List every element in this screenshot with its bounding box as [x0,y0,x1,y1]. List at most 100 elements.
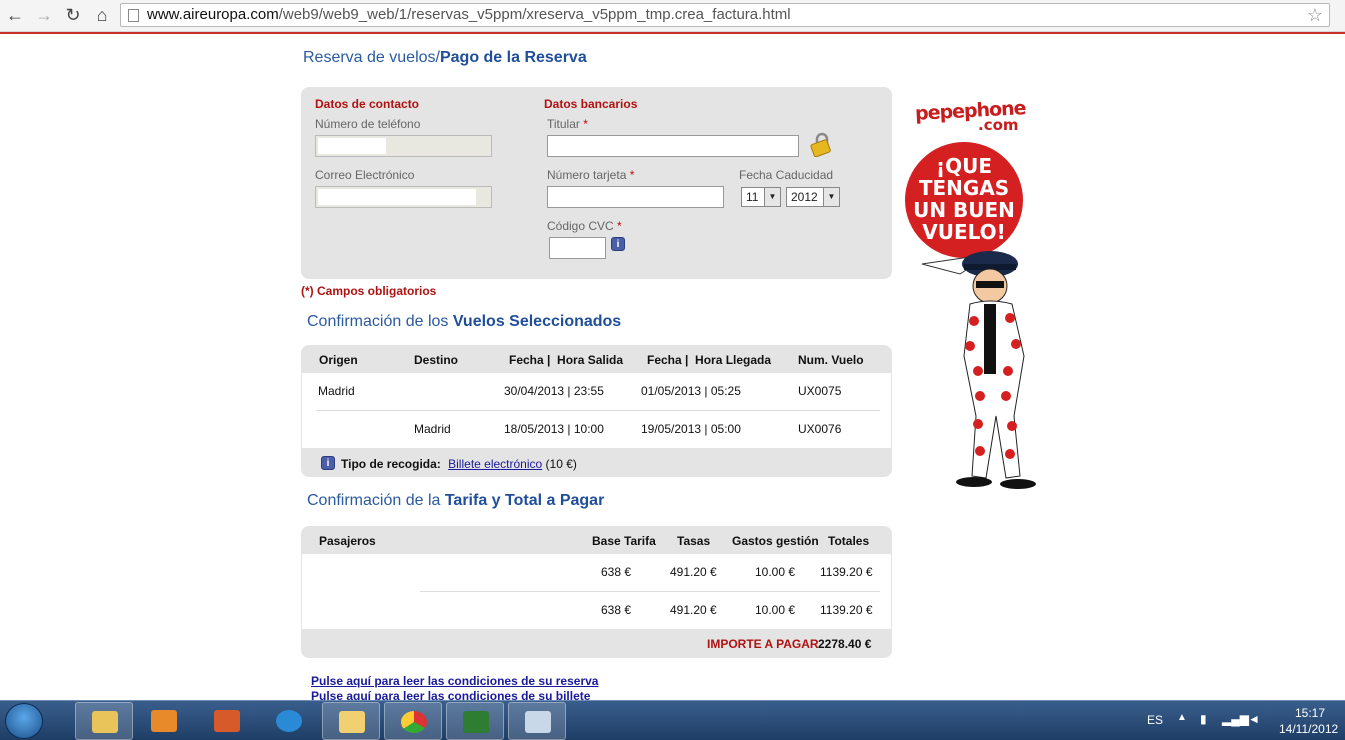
page-content: Reserva de vuelos/Pago de la Reserva Dat… [0,34,1345,700]
taskbar-chrome[interactable] [384,702,442,740]
pickup-info-icon[interactable]: i [321,456,335,470]
paint-icon [525,711,551,733]
fare-taxes: 491.20 € [670,565,717,579]
taskbar-paint-app[interactable] [198,702,256,740]
cvc-info-icon[interactable]: i [611,237,625,251]
flight-departure: 18/05/2013 | 10:00 [504,422,604,436]
clock-date[interactable]: 14/11/2012 [1279,722,1338,736]
flight-arrival: 19/05/2013 | 05:00 [641,422,741,436]
fare-taxes: 491.20 € [670,603,717,617]
expiry-year-value: 2012 [791,190,818,204]
bank-section-title: Datos bancarios [544,97,638,111]
ad-slogan: ¡QUE TENGAS UN BUEN VUELO! [905,142,1023,258]
home-icon[interactable]: ⌂ [91,4,113,26]
device-icon[interactable]: ▮ [1200,712,1207,726]
taskbar-paint[interactable] [508,702,566,740]
taskbar-excel[interactable] [446,702,504,740]
amount-due-label: IMPORTE A PAGAR [707,637,819,651]
internet-explorer-icon [276,710,302,732]
flights-heading: Confirmación de los Vuelos Seleccionados [307,313,622,330]
email-field[interactable] [315,186,492,208]
cvc-input[interactable] [549,237,606,259]
ticket-conditions-link[interactable]: Pulse aquí para leer las condiciones de … [311,689,590,700]
mandatory-fields-note: (*) Campos obligatorios [301,284,437,298]
start-button[interactable] [5,703,43,739]
app-icon [214,710,240,732]
chevron-down-icon: ▼ [823,188,839,206]
fare-heading: Confirmación de la Tarifa y Total a Paga… [307,492,605,509]
url-domain: www.aireuropa.com [147,6,279,23]
col-fees: Gastos gestión [732,534,819,548]
col-departure: Fecha | Hora Salida [509,353,624,367]
col-destination: Destino [414,353,459,367]
fare-base: 638 € [601,603,632,617]
cvc-label: Código CVC * [547,219,622,233]
fare-fees: 10.00 € [755,603,796,617]
pepephone-ad-banner[interactable]: pepephone .com ¡QUE TENGAS UN BUEN VUELO… [900,96,1045,496]
row-divider [316,410,880,411]
col-arrival: Fecha | Hora Llegada [647,353,772,367]
holder-label: Titular * [547,117,588,131]
windows-taskbar: ES ▲ ▮ ▂▄▆ ◄ 15:17 14/11/2012 [0,700,1345,740]
excel-icon [463,711,489,733]
phone-label: Número de teléfono [315,117,421,131]
col-passengers: Pasajeros [319,534,376,548]
padlock-icon [810,132,831,157]
contact-section-title: Datos de contacto [315,97,420,111]
page-icon [128,9,139,22]
flight-destination: Madrid [414,422,451,436]
folder-icon [92,711,118,733]
breadcrumb: Reserva de vuelos/Pago de la Reserva [303,49,587,67]
breadcrumb-current: Pago de la Reserva [439,49,587,66]
pickup-price: (10 €) [545,457,577,471]
flight-departure: 30/04/2013 | 23:55 [504,384,604,398]
breadcrumb-section: Reserva de vuelos/ [303,49,440,66]
chevron-down-icon: ▼ [764,188,780,206]
network-icon[interactable]: ▂▄▆ [1222,712,1249,726]
media-player-icon [151,710,177,732]
taskbar-internet-explorer[interactable] [260,702,318,740]
fare-total: 1139.20 € [820,603,873,617]
back-arrow-icon[interactable]: ← [4,4,26,26]
address-bar[interactable]: www.aireuropa.com/web9/web9_web/1/reserv… [120,3,1330,27]
col-totals: Totales [828,534,870,548]
col-origin: Origen [319,353,358,367]
clock-time[interactable]: 15:17 [1295,706,1325,720]
volume-muted-icon[interactable]: ◄ [1248,712,1260,726]
fare-fees: 10.00 € [755,565,796,579]
card-number-input[interactable] [547,186,724,208]
flight-origin: Madrid [318,384,355,398]
expiry-month-value: 11 [746,190,759,204]
booking-conditions-link[interactable]: Pulse aquí para leer las condiciones de … [311,674,598,688]
pilot-illustration [921,251,1036,489]
phone-field[interactable] [315,135,492,157]
pickup-type: Tipo de recogida: Billete electrónico (1… [341,457,577,471]
email-label: Correo Electrónico [315,168,415,182]
language-indicator[interactable]: ES [1147,713,1163,727]
mail-icon [339,711,365,733]
expiry-month-select[interactable]: 11 ▼ [741,187,781,207]
flight-number: UX0075 [798,384,842,398]
browser-toolbar: ← → ↻ ⌂ www.aireuropa.com/web9/web9_web/… [0,0,1345,32]
chrome-icon [401,711,427,733]
pickup-label: Tipo de recogida: [341,457,441,471]
taskbar-mail[interactable] [322,702,380,740]
bookmark-star-icon[interactable]: ☆ [1307,4,1323,26]
fare-base: 638 € [601,565,632,579]
col-flight-number: Num. Vuelo [798,353,864,367]
fare-total: 1139.20 € [820,565,873,579]
show-hidden-icons-icon[interactable]: ▲ [1177,712,1187,723]
e-ticket-link[interactable]: Billete electrónico [448,457,542,471]
flight-number: UX0076 [798,422,842,436]
holder-input[interactable] [547,135,799,157]
card-number-label: Número tarjeta * [547,168,635,182]
flight-arrival: 01/05/2013 | 05:25 [641,384,741,398]
taskbar-explorer[interactable] [75,702,133,740]
forward-arrow-icon[interactable]: → [33,4,55,26]
expiry-year-select[interactable]: 2012 ▼ [786,187,840,207]
expiry-label: Fecha Caducidad [739,168,834,182]
reload-icon[interactable]: ↻ [62,4,84,26]
taskbar-media-player[interactable] [135,702,193,740]
col-taxes: Tasas [677,534,711,548]
ad-logo-domain: .com [978,116,1019,134]
